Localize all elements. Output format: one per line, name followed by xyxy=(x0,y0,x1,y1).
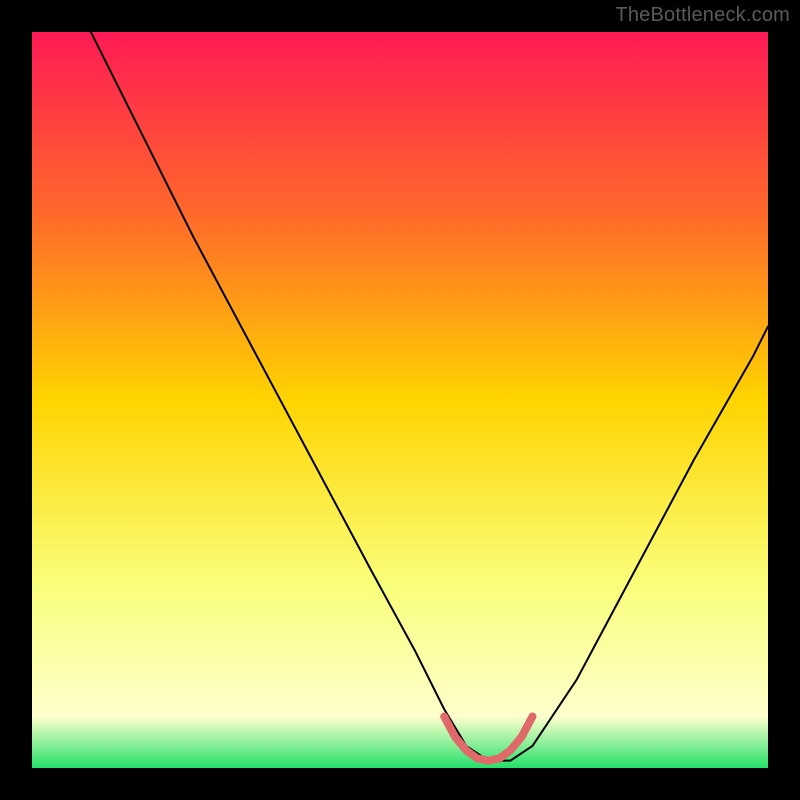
attribution-text: TheBottleneck.com xyxy=(615,4,790,27)
chart-svg xyxy=(32,32,768,768)
chart-background xyxy=(32,32,768,768)
bottleneck-chart xyxy=(32,32,768,768)
